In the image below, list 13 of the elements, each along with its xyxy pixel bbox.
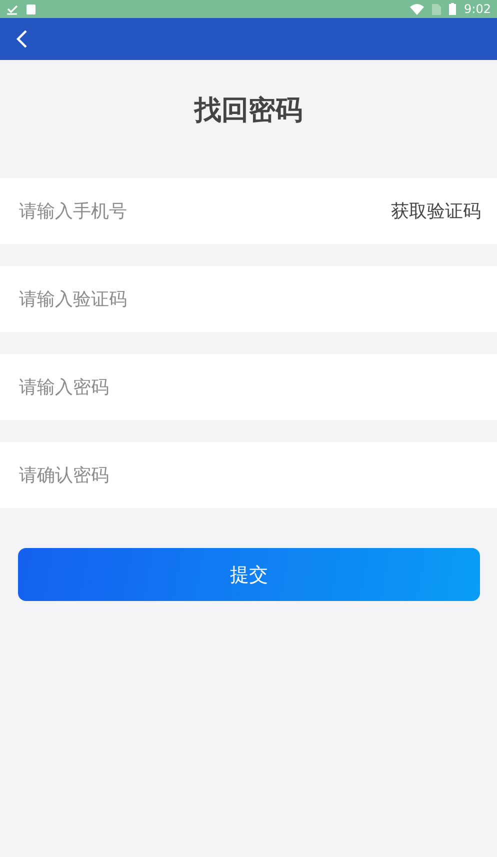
wifi-icon <box>410 4 424 14</box>
input-field[interactable]: 请输入验证码 <box>0 266 497 332</box>
back-icon <box>16 29 28 49</box>
get-code-button[interactable]: 获取验证码 <box>391 178 497 244</box>
input-field[interactable]: 请输入密码 <box>0 354 497 420</box>
page-title: 找回密码 <box>192 94 304 128</box>
input-field[interactable]: 请确认密码 <box>0 442 497 508</box>
input-field[interactable]: 请输入手机号 <box>0 178 391 244</box>
download-done-icon <box>6 3 18 15</box>
submit-button[interactable]: 提交 <box>18 548 480 601</box>
status-time: 9:02 <box>464 2 491 16</box>
battery-icon <box>449 3 456 15</box>
sim-icon <box>432 4 442 14</box>
